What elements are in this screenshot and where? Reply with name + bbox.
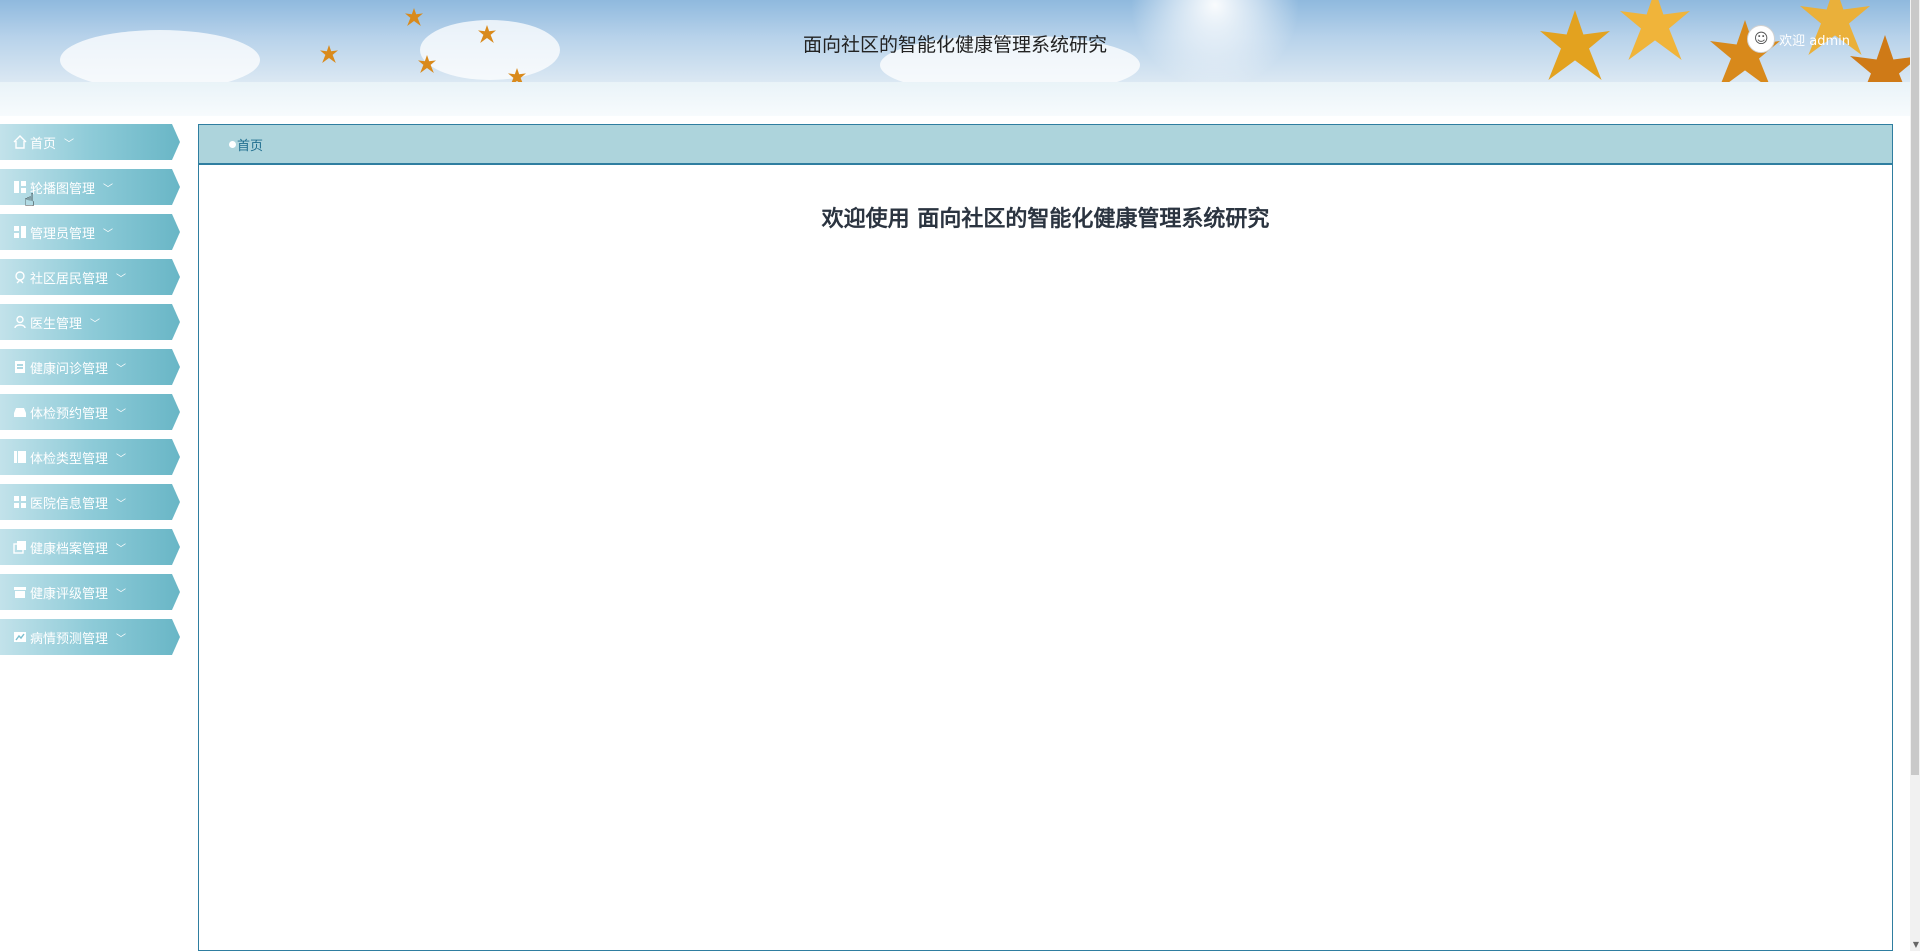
appointment-icon <box>12 404 28 420</box>
sidebar-item-prediction[interactable]: 病情预测管理 ﹀ <box>0 619 180 655</box>
sidebar-item-label: 医院信息管理 <box>30 496 109 512</box>
sidebar-item-hospital[interactable]: 医院信息管理 ﹀ <box>0 484 180 520</box>
chevron-down-icon: ﹀ <box>116 498 127 510</box>
main-content: 首页 欢迎使用 面向社区的智能化健康管理系统研究 <box>198 124 1893 951</box>
welcome-user-text: 欢迎 admin <box>1779 33 1850 49</box>
page-scrollbar[interactable]: ▼ <box>1910 0 1920 951</box>
breadcrumb: 首页 <box>199 125 1892 165</box>
health-record-icon <box>12 539 28 555</box>
scroll-down-arrow-icon[interactable]: ▼ <box>1913 940 1919 949</box>
sidebar-item-label: 社区居民管理 <box>30 271 109 287</box>
scrollbar-thumb[interactable] <box>1911 0 1919 775</box>
chevron-down-icon: ﹀ <box>116 273 127 285</box>
sidebar-item-label: 健康档案管理 <box>30 541 109 557</box>
sidebar-item-label: 管理员管理 <box>30 226 96 242</box>
sidebar-item-residents[interactable]: 社区居民管理 ﹀ <box>0 259 180 295</box>
chevron-down-icon: ﹀ <box>116 588 127 600</box>
rating-icon <box>12 584 28 600</box>
sidebar-item-label: 医生管理 <box>30 316 83 332</box>
sidebar-item-consultation[interactable]: 健康问诊管理 ﹀ <box>0 349 180 385</box>
header-banner: 面向社区的智能化健康管理系统研究 ☺ 欢迎 admin <box>0 0 1910 82</box>
chevron-down-icon: ﹀ <box>103 228 114 240</box>
sidebar-item-admin[interactable]: 管理员管理 ﹀ <box>0 214 180 250</box>
sidebar-item-label: 体检预约管理 <box>30 406 109 422</box>
chevron-down-icon: ﹀ <box>116 363 127 375</box>
chevron-down-icon: ﹀ <box>116 453 127 465</box>
sidebar-item-health-record[interactable]: 健康档案管理 ﹀ <box>0 529 180 565</box>
breadcrumb-home-link[interactable]: 首页 <box>237 135 263 154</box>
chevron-down-icon: ﹀ <box>116 408 127 420</box>
sidebar-item-home[interactable]: 首页 ﹀ <box>0 124 180 160</box>
sidebar-item-label: 病情预测管理 <box>30 631 109 647</box>
hand-cursor-icon: ☝ <box>24 190 35 211</box>
chevron-down-icon: ﹀ <box>116 543 127 555</box>
sub-header-bar <box>0 82 1910 116</box>
system-title: 面向社区的智能化健康管理系统研究 <box>802 34 1107 56</box>
sidebar-item-label: 首页 <box>30 136 57 152</box>
sidebar-item-rating[interactable]: 健康评级管理 ﹀ <box>0 574 180 610</box>
home-icon <box>12 134 28 150</box>
sidebar-item-exam-type[interactable]: 体检类型管理 ﹀ <box>0 439 180 475</box>
sidebar-item-label: 轮播图管理 <box>30 181 96 197</box>
leaf-decoration <box>405 8 423 26</box>
sidebar-item-label: 健康问诊管理 <box>30 361 109 377</box>
chevron-down-icon: ﹀ <box>90 318 101 330</box>
user-menu[interactable]: ☺ 欢迎 admin <box>1747 25 1850 53</box>
consultation-icon <box>12 359 28 375</box>
doctor-icon <box>12 314 28 330</box>
chevron-down-icon: ﹀ <box>116 633 127 645</box>
dot-icon <box>229 140 236 148</box>
sidebar-item-doctors[interactable]: 医生管理 ﹀ <box>0 304 180 340</box>
chevron-down-icon: ﹀ <box>103 183 114 195</box>
avatar[interactable]: ☺ <box>1747 25 1776 53</box>
sidebar-item-label: 健康评级管理 <box>30 586 109 602</box>
welcome-title: 欢迎使用 面向社区的智能化健康管理系统研究 <box>821 207 1270 232</box>
resident-icon <box>12 269 28 285</box>
exam-type-icon <box>12 449 28 465</box>
prediction-icon <box>12 629 28 645</box>
admin-icon <box>12 224 28 240</box>
sidebar-item-appointment[interactable]: 体检预约管理 ﹀ <box>0 394 180 430</box>
chevron-down-icon: ﹀ <box>64 138 75 150</box>
hospital-icon <box>12 494 28 510</box>
sidebar-item-label: 体检类型管理 <box>30 451 109 467</box>
